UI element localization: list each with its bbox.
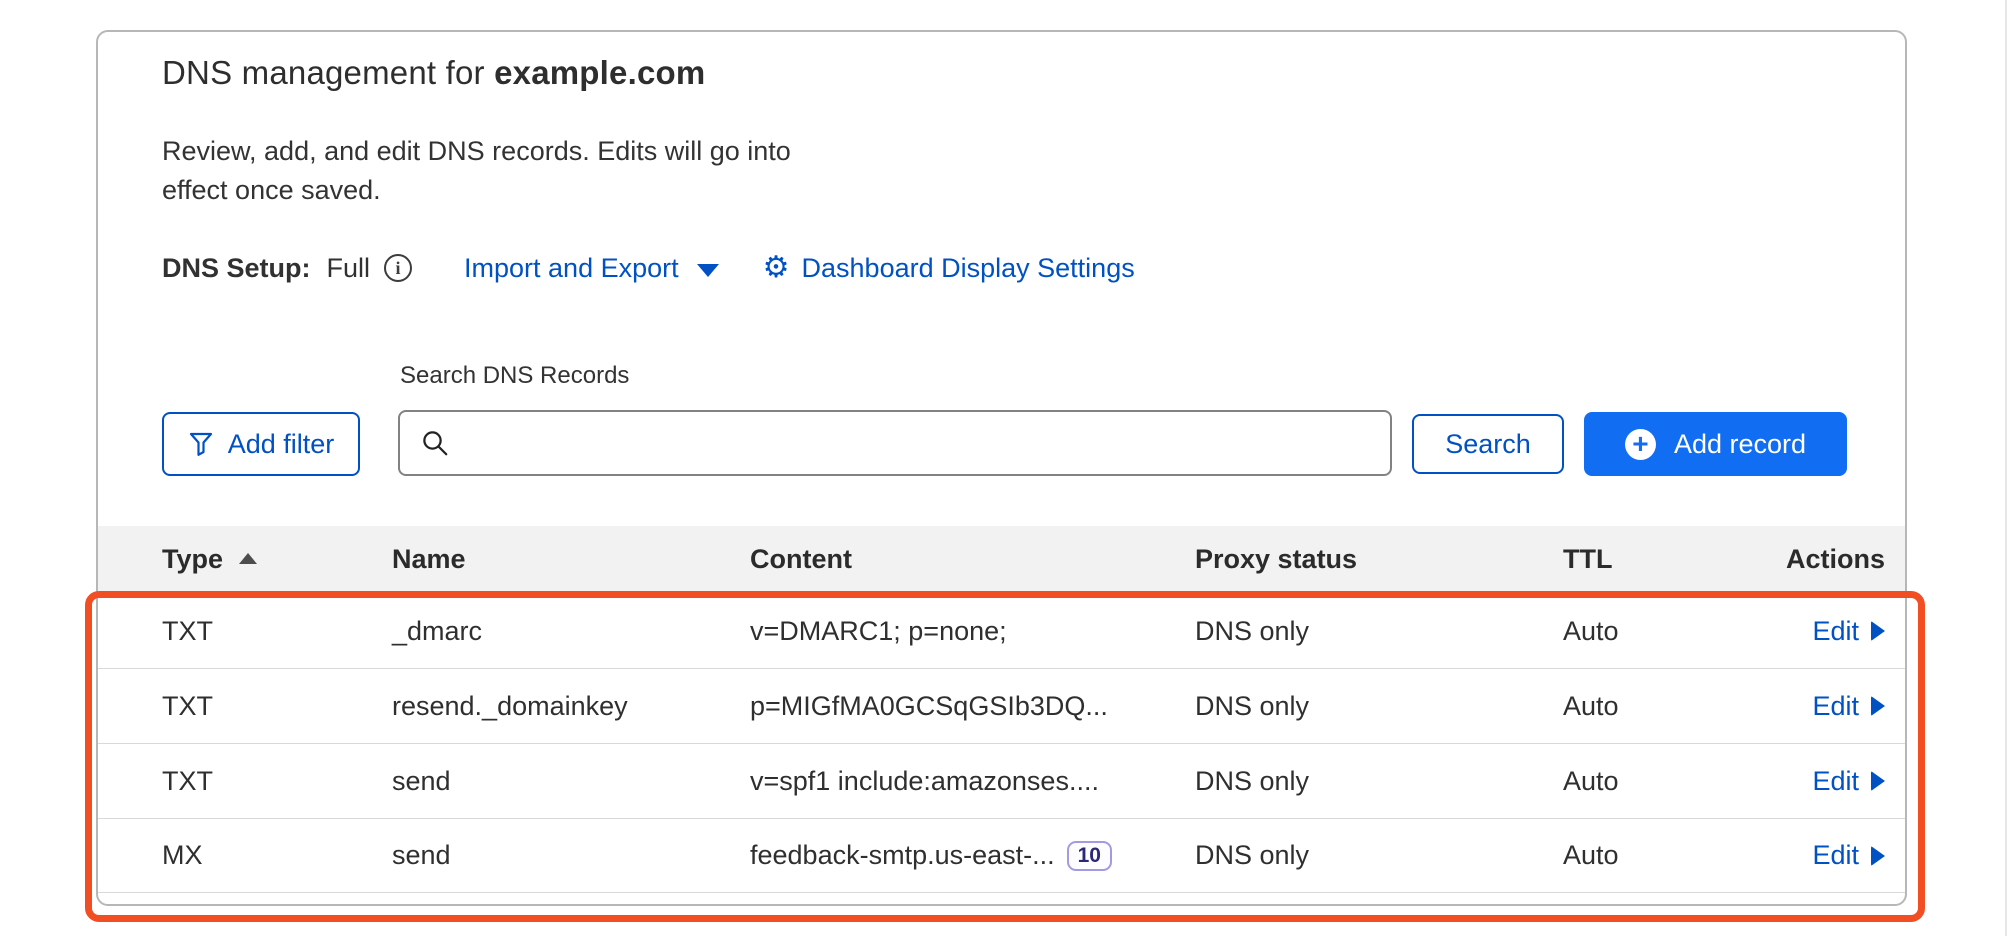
- chevron-right-icon: [1871, 846, 1885, 866]
- edit-record-link[interactable]: Edit: [1812, 766, 1885, 797]
- cell-ttl: Auto: [1563, 616, 1764, 647]
- cell-name: resend._domainkey: [392, 691, 750, 722]
- edit-record-link[interactable]: Edit: [1812, 691, 1885, 722]
- add-record-button[interactable]: + Add record: [1584, 412, 1847, 476]
- edit-record-link[interactable]: Edit: [1812, 840, 1885, 871]
- cell-actions: Edit: [1812, 616, 1885, 647]
- edit-label: Edit: [1812, 766, 1859, 797]
- column-header-ttl: TTL: [1563, 544, 1764, 575]
- import-export-label: Import and Export: [464, 253, 679, 284]
- dns-setup-row: DNS Setup: Full i Import and Export ⚙ Da…: [162, 248, 1135, 288]
- dashboard-display-settings-label: Dashboard Display Settings: [802, 253, 1135, 284]
- add-filter-button[interactable]: Add filter: [162, 412, 360, 476]
- record-content-text: v=DMARC1; p=none;: [750, 616, 1007, 647]
- cell-ttl: Auto: [1563, 766, 1764, 797]
- cell-content: feedback-smtp.us-east-... 10: [750, 840, 1195, 871]
- page-description: Review, add, and edit DNS records. Edits…: [162, 132, 842, 210]
- cell-proxy-status: DNS only: [1195, 691, 1563, 722]
- chevron-right-icon: [1871, 771, 1885, 791]
- table-header-row: Type Name Content Proxy status TTL Actio…: [98, 526, 1905, 593]
- add-record-label: Add record: [1674, 429, 1806, 460]
- cell-type: TXT: [162, 616, 392, 647]
- table-row: TXT send v=spf1 include:amazonses.... DN…: [98, 743, 1905, 818]
- column-header-name: Name: [392, 544, 750, 575]
- record-content-text: v=spf1 include:amazonses....: [750, 766, 1099, 797]
- chevron-right-icon: [1871, 696, 1885, 716]
- chevron-down-icon: [697, 264, 719, 277]
- cell-type: MX: [162, 840, 392, 871]
- cell-type: TXT: [162, 766, 392, 797]
- domain-name: example.com: [494, 54, 705, 91]
- record-content-text: feedback-smtp.us-east-...: [750, 840, 1055, 871]
- add-filter-label: Add filter: [228, 429, 335, 460]
- record-content-text: p=MIGfMA0GCSqGSIb3DQ...: [750, 691, 1108, 722]
- page-title: DNS management for example.com: [162, 54, 705, 92]
- edit-label: Edit: [1812, 840, 1859, 871]
- filter-icon: [188, 431, 214, 457]
- table-row: TXT resend._domainkey p=MIGfMA0GCSqGSIb3…: [98, 668, 1905, 743]
- dns-setup-value: Full: [327, 253, 371, 284]
- cell-type: TXT: [162, 691, 392, 722]
- dns-records-table: Type Name Content Proxy status TTL Actio…: [98, 526, 1905, 893]
- gear-icon: ⚙: [763, 253, 790, 283]
- edit-label: Edit: [1812, 691, 1859, 722]
- cell-actions: Edit: [1812, 691, 1885, 722]
- search-label: Search DNS Records: [400, 362, 629, 390]
- search-icon: [420, 428, 450, 458]
- column-header-type[interactable]: Type: [162, 544, 392, 575]
- search-input[interactable]: [450, 412, 1390, 474]
- column-header-content: Content: [750, 544, 1195, 575]
- toolbar: Add filter Search + Add record: [98, 410, 1905, 478]
- cell-proxy-status: DNS only: [1195, 616, 1563, 647]
- import-export-link[interactable]: Import and Export: [464, 253, 719, 284]
- plus-icon: +: [1625, 429, 1656, 460]
- cell-ttl: Auto: [1563, 691, 1764, 722]
- table-row: MX send feedback-smtp.us-east-... 10 DNS…: [98, 818, 1905, 893]
- cell-ttl: Auto: [1563, 840, 1764, 871]
- dashboard-display-settings-link[interactable]: ⚙ Dashboard Display Settings: [763, 253, 1135, 284]
- table-row: TXT _dmarc v=DMARC1; p=none; DNS only Au…: [98, 593, 1905, 668]
- edit-record-link[interactable]: Edit: [1812, 616, 1885, 647]
- dns-setup-label: DNS Setup:: [162, 253, 311, 284]
- cell-proxy-status: DNS only: [1195, 766, 1563, 797]
- cell-name: send: [392, 766, 750, 797]
- column-header-actions: Actions: [1786, 544, 1885, 575]
- page-right-edge-line: [2005, 0, 2007, 936]
- cell-content: v=DMARC1; p=none;: [750, 616, 1195, 647]
- cell-content: p=MIGfMA0GCSqGSIb3DQ...: [750, 691, 1195, 722]
- type-header-label: Type: [162, 544, 223, 575]
- cell-actions: Edit: [1812, 766, 1885, 797]
- cell-name: _dmarc: [392, 616, 750, 647]
- edit-label: Edit: [1812, 616, 1859, 647]
- mx-priority-badge: 10: [1067, 841, 1112, 871]
- search-input-wrapper: [398, 410, 1392, 476]
- cell-name: send: [392, 840, 750, 871]
- cell-proxy-status: DNS only: [1195, 840, 1563, 871]
- search-button[interactable]: Search: [1412, 414, 1564, 474]
- chevron-right-icon: [1871, 621, 1885, 641]
- info-icon[interactable]: i: [384, 254, 412, 282]
- column-header-proxy-status: Proxy status: [1195, 544, 1563, 575]
- cell-actions: Edit: [1812, 840, 1885, 871]
- page-title-text: DNS management for: [162, 54, 494, 91]
- cell-content: v=spf1 include:amazonses....: [750, 766, 1195, 797]
- dns-management-card: DNS management for example.com Review, a…: [96, 30, 1907, 906]
- sort-ascending-icon: [239, 553, 257, 564]
